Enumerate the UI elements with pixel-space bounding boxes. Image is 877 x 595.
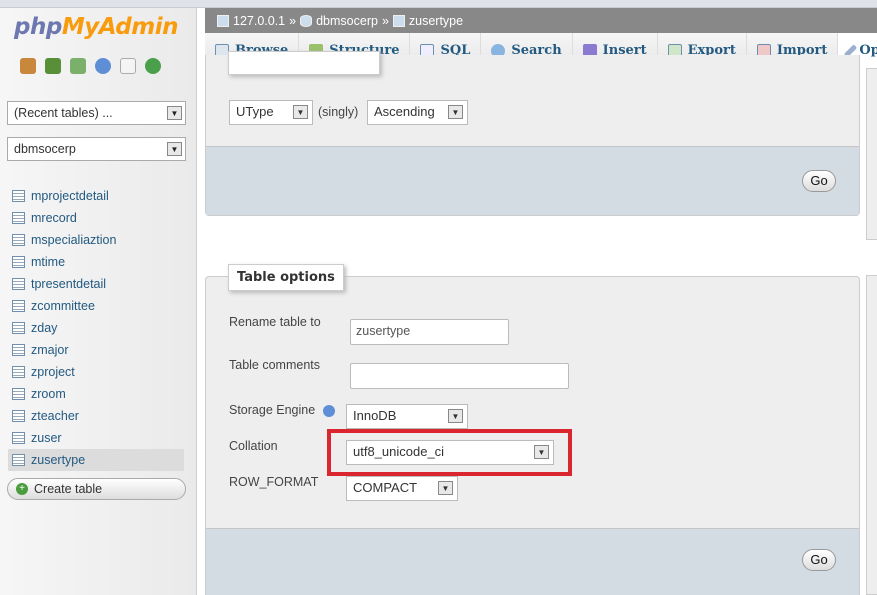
- phpmyadmin-logo[interactable]: phpMyAdmin: [14, 14, 178, 40]
- table-list: mprojectdetail mrecord mspecialiaztion m…: [8, 185, 184, 471]
- table-icon: [12, 300, 25, 312]
- table-icon: [12, 322, 25, 334]
- table-item[interactable]: zteacher: [8, 405, 184, 427]
- chevron-down-icon: ▼: [448, 105, 463, 119]
- go-button[interactable]: Go: [802, 549, 836, 571]
- table-icon: [12, 190, 25, 202]
- table-item[interactable]: zday: [8, 317, 184, 339]
- database-icon: [300, 14, 313, 27]
- go-button[interactable]: Go: [802, 170, 836, 192]
- breadcrumb-table[interactable]: zusertype: [409, 14, 463, 28]
- table-item-active[interactable]: zusertype: [8, 449, 184, 471]
- sidebar: phpMyAdmin (Recent tables) ... ▼ dbmsocer…: [0, 8, 197, 595]
- alter-order-panel: UType ▼ (singly) Ascending ▼ Go: [205, 51, 860, 216]
- order-column-select[interactable]: UType ▼: [229, 100, 313, 125]
- table-icon: [392, 14, 405, 27]
- table-item[interactable]: tpresentdetail: [8, 273, 184, 295]
- chevron-down-icon: ▼: [167, 106, 182, 120]
- table-comments-input[interactable]: [350, 363, 569, 389]
- alter-order-legend: [228, 51, 380, 75]
- rename-table-input[interactable]: zusertype: [350, 319, 509, 345]
- row-format-select[interactable]: COMPACT ▼: [346, 476, 458, 501]
- table-icon: [12, 388, 25, 400]
- table-item[interactable]: zproject: [8, 361, 184, 383]
- browser-toolbar-strip: [0, 0, 877, 8]
- chevron-down-icon: ▼: [448, 409, 463, 423]
- docs-icon[interactable]: [120, 58, 136, 74]
- table-item[interactable]: zmajor: [8, 339, 184, 361]
- chevron-down-icon: ▼: [293, 105, 308, 119]
- right-panel: [866, 68, 877, 240]
- table-icon: [12, 410, 25, 422]
- table-icon: [12, 234, 25, 246]
- table-item[interactable]: mtime: [8, 251, 184, 273]
- create-table-button[interactable]: + Create table: [7, 478, 186, 500]
- reload-icon[interactable]: [145, 58, 161, 74]
- table-item[interactable]: zuser: [8, 427, 184, 449]
- chevron-down-icon: ▼: [438, 481, 453, 495]
- breadcrumb: 127.0.0.1 » dbmsocerp » zusertype: [205, 8, 877, 33]
- home-icon[interactable]: [20, 58, 36, 74]
- table-item[interactable]: mprojectdetail: [8, 185, 184, 207]
- query-window-icon[interactable]: [70, 58, 86, 74]
- table-icon: [12, 212, 25, 224]
- database-select[interactable]: dbmsocerp ▼: [7, 137, 186, 161]
- chevron-down-icon: ▼: [167, 142, 182, 156]
- order-direction-select[interactable]: Ascending ▼: [367, 100, 468, 125]
- table-item[interactable]: mspecialiaztion: [8, 229, 184, 251]
- table-icon: [12, 256, 25, 268]
- table-icon: [12, 432, 25, 444]
- plus-icon: +: [16, 483, 28, 495]
- server-icon: [217, 14, 229, 27]
- collation-highlight-box: [327, 429, 572, 476]
- storage-engine-select[interactable]: InnoDB ▼: [346, 404, 468, 429]
- right-panel: [866, 275, 877, 595]
- table-icon: [12, 366, 25, 378]
- table-item[interactable]: zroom: [8, 383, 184, 405]
- breadcrumb-database[interactable]: dbmsocerp: [316, 14, 378, 28]
- table-icon: [12, 454, 25, 466]
- table-icon: [12, 278, 25, 290]
- table-options-legend: Table options: [228, 264, 344, 291]
- help-icon[interactable]: [95, 58, 111, 74]
- table-item[interactable]: mrecord: [8, 207, 184, 229]
- breadcrumb-server[interactable]: 127.0.0.1: [233, 14, 285, 28]
- help-icon[interactable]: [323, 405, 335, 417]
- nav-icons: [20, 58, 161, 74]
- logout-icon[interactable]: [45, 58, 61, 74]
- panel-footer: Go: [206, 146, 859, 215]
- singly-label: (singly): [318, 105, 359, 119]
- table-icon: [12, 344, 25, 356]
- panel-footer: Go: [206, 528, 859, 595]
- table-item[interactable]: zcommittee: [8, 295, 184, 317]
- recent-tables-select[interactable]: (Recent tables) ... ▼: [7, 101, 186, 125]
